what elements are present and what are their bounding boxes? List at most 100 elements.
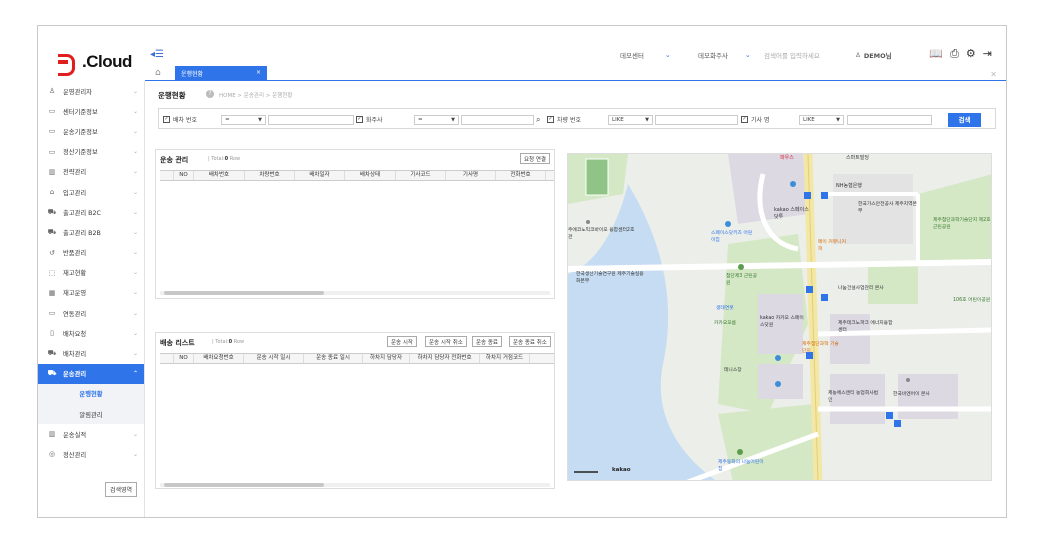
driver-input[interactable] bbox=[847, 115, 932, 125]
sidebar-item-inbound[interactable]: ⌂ 입고관리 ⌄ bbox=[38, 182, 144, 202]
sidebar-subitem-running-status[interactable]: 운행현황 bbox=[38, 383, 144, 404]
help-icon[interactable]: ? bbox=[206, 90, 214, 98]
request-link-button[interactable]: 요청 연결 bbox=[520, 153, 550, 164]
checkbox-icon[interactable]: ✓ bbox=[163, 116, 170, 123]
shipper-search-icon[interactable]: ⌕ bbox=[536, 115, 540, 125]
warehouse-icon: ⌂ bbox=[49, 188, 55, 197]
tab-underline bbox=[145, 80, 1006, 81]
page-title: 운행현황 bbox=[158, 91, 186, 100]
transport-start-button[interactable]: 운송 시작 bbox=[387, 336, 417, 347]
center-select-value: 데모센터 bbox=[620, 52, 644, 60]
dispatch-no-operator-select[interactable]: = ▼ bbox=[221, 115, 266, 125]
dispatch-no-input[interactable] bbox=[268, 115, 354, 125]
sidebar-item-integration[interactable]: ▭ 연동관리 ⌄ bbox=[38, 303, 144, 323]
sidebar-item-settlement[interactable]: ◎ 정산관리 ⌄ bbox=[38, 444, 144, 464]
column-header[interactable]: 운송 종료 일시 bbox=[304, 354, 363, 363]
sidebar-item-center-master[interactable]: ▭ 센터기준정보 ⌄ bbox=[38, 101, 144, 121]
menu-toggle-icon[interactable]: ◂☰ bbox=[150, 49, 164, 60]
column-header[interactable]: 배차요청번호 bbox=[194, 354, 244, 363]
transport-end-button[interactable]: 운송 종료 bbox=[472, 336, 502, 347]
gear-icon[interactable]: ⚙ bbox=[966, 47, 976, 61]
column-header[interactable]: 기사명 bbox=[446, 171, 496, 180]
checkbox-icon[interactable]: ✓ bbox=[741, 116, 748, 123]
checkbox-icon[interactable]: ✓ bbox=[356, 116, 363, 123]
transport-end-cancel-button[interactable]: 운송 종료 취소 bbox=[509, 336, 551, 347]
logout-icon[interactable]: ⇥ bbox=[983, 47, 992, 61]
column-header[interactable]: NO bbox=[174, 354, 194, 363]
total-unit: Row bbox=[233, 339, 245, 345]
sidebar-item-label: 운송관리 bbox=[63, 371, 87, 379]
transport-start-cancel-button[interactable]: 운송 시작 취소 bbox=[425, 336, 467, 347]
box-icon: ⬚ bbox=[48, 268, 56, 277]
map-label: 스마트빌딩 bbox=[846, 155, 870, 161]
sidebar-item-operation-admin[interactable]: ♙ 운영관리자 ⌄ bbox=[38, 81, 144, 101]
sidebar-item-outbound-b2c[interactable]: ⛟ 출고관리 B2C ⌄ bbox=[38, 202, 144, 222]
column-header[interactable]: 차량번호 bbox=[245, 171, 295, 180]
sidebar-item-transport[interactable]: ⛟ 운송관리 ⌃ bbox=[38, 363, 144, 384]
sidebar-item-stock-operation[interactable]: ▦ 재고운영 ⌄ bbox=[38, 283, 144, 303]
column-header[interactable]: 배차상태 bbox=[345, 171, 396, 180]
sidebar-item-outbound-b2b[interactable]: ⛟ 출고관리 B2B ⌄ bbox=[38, 222, 144, 242]
map-label: kakao 카카오 스페이스닷원 bbox=[760, 316, 804, 328]
map-label: 한국비엔어이 본사 bbox=[893, 392, 930, 397]
printer-icon[interactable]: ⎙ bbox=[950, 47, 959, 61]
column-header[interactable]: 운송 시작 일시 bbox=[244, 354, 304, 363]
chevron-down-icon: ⌄ bbox=[132, 309, 138, 317]
shipper-select[interactable]: 데모화주사 ⌄ bbox=[698, 50, 751, 60]
column-header[interactable]: 배차번호 bbox=[194, 171, 245, 180]
column-header[interactable]: NO bbox=[174, 171, 194, 180]
center-select[interactable]: 데모센터 ⌄ bbox=[620, 50, 671, 60]
user-info[interactable]: ♙ DEMO님 bbox=[855, 50, 892, 60]
search-menu-button[interactable]: 검색영역 bbox=[105, 482, 138, 497]
transport-scrollbar[interactable] bbox=[160, 291, 550, 295]
column-header[interactable]: 하차지 담당자 전화번호 bbox=[410, 354, 480, 363]
vehicle-no-filter[interactable]: ✓ 차량 번호 bbox=[547, 115, 581, 124]
column-header[interactable]: 배차일자 bbox=[295, 171, 345, 180]
column-header[interactable]: 기사코드 bbox=[396, 171, 446, 180]
sidebar-item-label: 정산관리 bbox=[63, 451, 87, 459]
map-label: 주에코노믹코바이오 융합센터2호관 bbox=[568, 228, 635, 240]
book-icon[interactable]: 📖 bbox=[929, 47, 943, 61]
select-all-checkbox[interactable] bbox=[160, 171, 174, 180]
column-header[interactable]: 하차지 거점코드 bbox=[480, 354, 530, 363]
total-unit: Row bbox=[229, 156, 241, 162]
sidebar-item-stock-status[interactable]: ⬚ 재고현황 ⌄ bbox=[38, 263, 144, 283]
sidebar-item-label: 출고관리 B2B bbox=[63, 229, 101, 237]
map-view[interactable]: 파우스 스마트빌딩 NH농협은행 한국가스안전공사 제주지역본부 제주첨단과학기… bbox=[567, 153, 992, 481]
sidebar-item-strategy[interactable]: ▥ 전략관리 ⌄ bbox=[38, 162, 144, 182]
tab-running-status[interactable]: 운행현황 × bbox=[175, 66, 267, 80]
vehicle-no-operator-select[interactable]: LIKE ▼ bbox=[608, 115, 653, 125]
map-label: 카카오오름 bbox=[714, 321, 737, 326]
chevron-down-icon: ⌄ bbox=[132, 188, 138, 196]
select-all-checkbox[interactable] bbox=[160, 354, 174, 363]
tab-close-icon[interactable]: × bbox=[256, 69, 261, 77]
close-all-tabs-icon[interactable]: ✕ bbox=[990, 70, 997, 79]
shipper-filter[interactable]: ✓ 화주사 bbox=[356, 115, 383, 124]
home-icon[interactable]: ⌂ bbox=[155, 68, 161, 78]
shipper-input[interactable] bbox=[461, 115, 534, 125]
driver-filter[interactable]: ✓ 기사 명 bbox=[741, 115, 769, 124]
sidebar-item-label: 운영관리자 bbox=[63, 88, 92, 96]
column-header[interactable]: 하차지 담당자 bbox=[363, 354, 410, 363]
sidebar-item-transport-performance[interactable]: ▥ 운송실적 ⌄ bbox=[38, 424, 144, 444]
coins-icon: ◎ bbox=[48, 450, 56, 459]
sidebar-item-dispatch[interactable]: ⛟ 배차관리 ⌄ bbox=[38, 343, 144, 363]
sidebar-subitem-label: 운행현황 bbox=[79, 391, 103, 399]
sidebar-subitem-notification[interactable]: 알림관리 bbox=[38, 404, 144, 425]
vehicle-no-input[interactable] bbox=[655, 115, 738, 125]
checkbox-icon[interactable]: ✓ bbox=[547, 116, 554, 123]
sidebar-item-return[interactable]: ↺ 반품관리 ⌄ bbox=[38, 243, 144, 263]
delivery-scrollbar[interactable] bbox=[160, 483, 550, 487]
column-header[interactable]: 전화번호 bbox=[496, 171, 546, 180]
sidebar-item-transport-master[interactable]: ▭ 운송기준정보 ⌄ bbox=[38, 121, 144, 141]
search-button[interactable]: 검색 bbox=[948, 113, 981, 127]
dispatch-no-filter[interactable]: ✓ 배차 번호 bbox=[163, 115, 197, 124]
driver-operator-select[interactable]: LIKE ▼ bbox=[799, 115, 844, 125]
shipper-operator-select[interactable]: = ▼ bbox=[414, 115, 459, 125]
global-search-input[interactable]: 검색어를 입력하세요 bbox=[764, 50, 820, 60]
chevron-down-icon: ⌄ bbox=[744, 51, 751, 59]
sidebar-item-dispatch-request[interactable]: ▯ 배차요청 ⌄ bbox=[38, 323, 144, 343]
sidebar-item-label: 배차관리 bbox=[63, 351, 87, 359]
sidebar-item-settlement-master[interactable]: ▭ 정산기준정보 ⌄ bbox=[38, 142, 144, 162]
chevron-down-icon: ⌄ bbox=[132, 450, 138, 458]
